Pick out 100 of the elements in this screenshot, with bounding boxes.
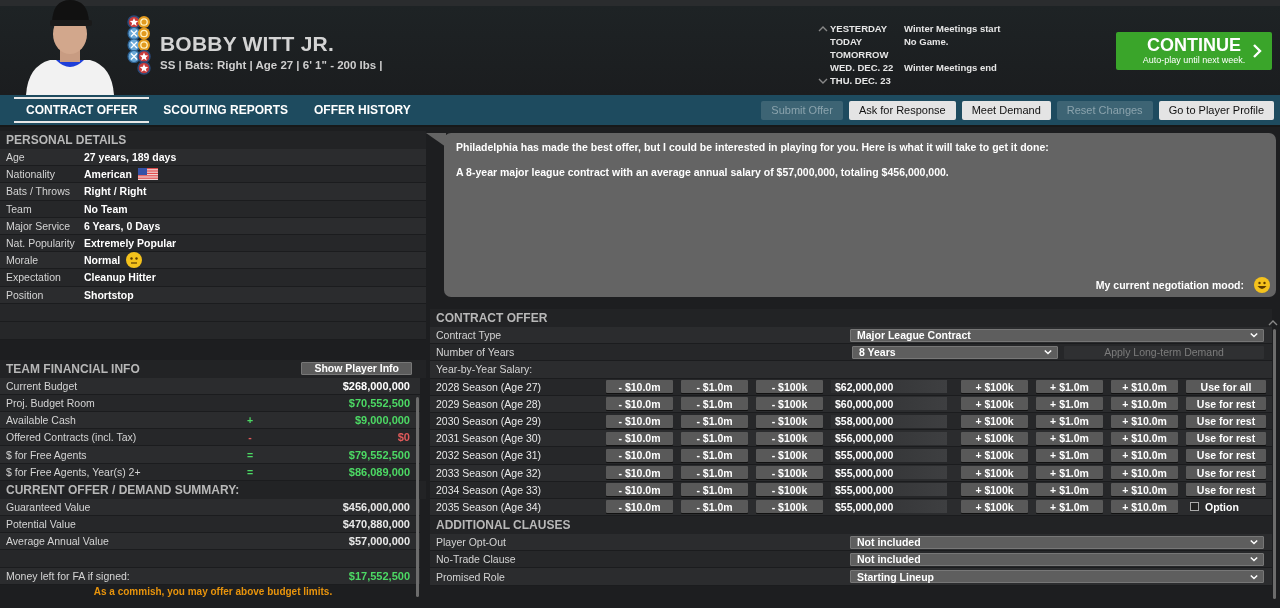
calendar-day: TODAY bbox=[830, 35, 904, 48]
salary-field[interactable]: $62,000,000 bbox=[831, 380, 947, 394]
increase-button[interactable]: + $1.0m bbox=[1036, 431, 1103, 445]
season-label: 2034 Season (Age 33) bbox=[436, 483, 543, 496]
sign: = bbox=[245, 465, 255, 478]
finance-value: $70,552,500 bbox=[348, 396, 410, 409]
increase-button[interactable]: + $10.0m bbox=[1111, 397, 1178, 411]
season-label: 2032 Season (Age 31) bbox=[436, 449, 543, 462]
season-label: 2030 Season (Age 29) bbox=[436, 415, 543, 428]
detail-label: Nat. Popularity bbox=[6, 237, 76, 250]
tab[interactable]: OFFER HISTORY bbox=[302, 97, 423, 123]
scroll-up-icon bbox=[1268, 319, 1278, 327]
message-text: Philadelphia has made the best offer, but I could be interested in playing for you. Here is what it will take to get it done: bbox=[456, 141, 1050, 153]
section-heading: ADDITIONAL CLAUSES bbox=[430, 516, 1272, 535]
mood-label: My current negotiation mood: bbox=[1095, 279, 1244, 291]
field-label: Contract Type bbox=[436, 329, 503, 342]
increase-button[interactable]: + $1.0m bbox=[1036, 448, 1103, 462]
dropdown[interactable]: Starting Lineup bbox=[850, 570, 1264, 584]
salary-field[interactable]: $55,000,000 bbox=[831, 500, 947, 514]
increase-button[interactable]: + $10.0m bbox=[1111, 431, 1178, 445]
copy-salary-button[interactable]: Use for rest bbox=[1186, 448, 1266, 462]
decrease-button[interactable]: - $1.0m bbox=[681, 414, 748, 428]
increase-button[interactable]: + $100k bbox=[961, 380, 1028, 394]
increase-button[interactable]: + $10.0m bbox=[1111, 483, 1178, 497]
increase-button[interactable]: + $1.0m bbox=[1036, 483, 1103, 497]
salary-field[interactable]: $58,000,000 bbox=[831, 414, 947, 428]
decrease-button[interactable]: - $100k bbox=[756, 380, 823, 394]
increase-button[interactable]: + $1.0m bbox=[1036, 500, 1103, 514]
checkbox[interactable] bbox=[1190, 502, 1199, 512]
decrease-button[interactable]: - $10.0m bbox=[606, 483, 673, 497]
player-name: BOBBY WITT JR. bbox=[160, 32, 335, 56]
decrease-button[interactable]: - $10.0m bbox=[606, 500, 673, 514]
copy-salary-button[interactable]: Use for all bbox=[1186, 380, 1266, 394]
action-button[interactable]: Ask for Response bbox=[848, 100, 956, 120]
increase-button[interactable]: + $100k bbox=[961, 483, 1028, 497]
decrease-button[interactable]: - $100k bbox=[756, 466, 823, 480]
decrease-button[interactable]: - $100k bbox=[756, 397, 823, 411]
increase-button[interactable]: + $1.0m bbox=[1036, 414, 1103, 428]
summary-label: Guaranteed Value bbox=[6, 500, 92, 513]
copy-salary-button[interactable]: Use for rest bbox=[1186, 397, 1266, 411]
increase-button[interactable]: + $10.0m bbox=[1111, 448, 1178, 462]
increase-button[interactable]: + $100k bbox=[961, 448, 1028, 462]
salary-field[interactable]: $55,000,000 bbox=[831, 448, 947, 462]
increase-button[interactable]: + $100k bbox=[961, 397, 1028, 411]
increase-button[interactable]: + $10.0m bbox=[1111, 414, 1178, 428]
decrease-button[interactable]: - $100k bbox=[756, 431, 823, 445]
decrease-button[interactable]: - $100k bbox=[756, 414, 823, 428]
increase-button[interactable]: + $1.0m bbox=[1036, 397, 1103, 411]
decrease-button[interactable]: - $10.0m bbox=[606, 414, 673, 428]
copy-salary-button[interactable]: Use for rest bbox=[1186, 483, 1266, 497]
copy-salary-button[interactable]: Use for rest bbox=[1186, 466, 1266, 480]
tab[interactable]: CONTRACT OFFER bbox=[14, 97, 150, 123]
detail-value: 27 years, 189 days bbox=[84, 151, 177, 164]
dropdown[interactable]: Major League Contract bbox=[850, 328, 1264, 342]
decrease-button[interactable]: - $1.0m bbox=[681, 380, 748, 394]
increase-button[interactable]: + $100k bbox=[961, 431, 1028, 445]
decrease-button[interactable]: - $10.0m bbox=[606, 466, 673, 480]
decrease-button[interactable]: - $1.0m bbox=[681, 397, 748, 411]
increase-button[interactable]: + $100k bbox=[961, 500, 1028, 514]
decrease-button[interactable]: - $10.0m bbox=[606, 448, 673, 462]
action-button[interactable]: Go to Player Profile bbox=[1158, 100, 1274, 120]
scrollbar[interactable] bbox=[1273, 329, 1276, 599]
decrease-button[interactable]: - $10.0m bbox=[606, 397, 673, 411]
increase-button[interactable]: + $10.0m bbox=[1111, 466, 1178, 480]
salary-field[interactable]: $55,000,000 bbox=[831, 483, 947, 497]
summary-value: $456,000,000 bbox=[342, 500, 410, 513]
increase-button[interactable]: + $1.0m bbox=[1036, 466, 1103, 480]
increase-button[interactable]: + $1.0m bbox=[1036, 380, 1103, 394]
show-player-info-button[interactable]: Show Player Info bbox=[301, 362, 412, 376]
copy-salary-button[interactable]: Use for rest bbox=[1186, 431, 1266, 445]
decrease-button[interactable]: - $100k bbox=[756, 500, 823, 514]
detail-value: Cleanup Hitter bbox=[84, 271, 156, 284]
chevron-down-icon bbox=[1249, 331, 1259, 340]
salary-field[interactable]: $60,000,000 bbox=[831, 397, 947, 411]
decrease-button[interactable]: - $1.0m bbox=[681, 448, 748, 462]
decrease-button[interactable]: - $10.0m bbox=[606, 431, 673, 445]
tab[interactable]: SCOUTING REPORTS bbox=[151, 97, 300, 123]
detail-label: Morale bbox=[6, 254, 40, 267]
season-label: 2033 Season (Age 32) bbox=[436, 466, 543, 479]
decrease-button[interactable]: - $1.0m bbox=[681, 466, 748, 480]
increase-button[interactable]: + $100k bbox=[961, 466, 1028, 480]
decrease-button[interactable]: - $1.0m bbox=[681, 431, 748, 445]
calendar-event: Winter Meetings end bbox=[904, 61, 998, 74]
salary-field[interactable]: $55,000,000 bbox=[831, 466, 947, 480]
scrollbar[interactable] bbox=[416, 397, 419, 597]
increase-button[interactable]: + $10.0m bbox=[1111, 500, 1178, 514]
chevron-down-icon bbox=[818, 76, 828, 85]
action-button[interactable]: Meet Demand bbox=[961, 100, 1051, 120]
decrease-button[interactable]: - $10.0m bbox=[606, 380, 673, 394]
salary-field[interactable]: $56,000,000 bbox=[831, 431, 947, 445]
decrease-button[interactable]: - $100k bbox=[756, 483, 823, 497]
dropdown[interactable]: Not included bbox=[850, 535, 1264, 549]
decrease-button[interactable]: - $100k bbox=[756, 448, 823, 462]
decrease-button[interactable]: - $1.0m bbox=[681, 483, 748, 497]
copy-salary-button[interactable]: Use for rest bbox=[1186, 414, 1266, 428]
decrease-button[interactable]: - $1.0m bbox=[681, 500, 748, 514]
increase-button[interactable]: + $100k bbox=[961, 414, 1028, 428]
increase-button[interactable]: + $10.0m bbox=[1111, 380, 1178, 394]
dropdown[interactable]: Not included bbox=[850, 552, 1264, 566]
dropdown[interactable]: 8 Years bbox=[852, 345, 1058, 359]
